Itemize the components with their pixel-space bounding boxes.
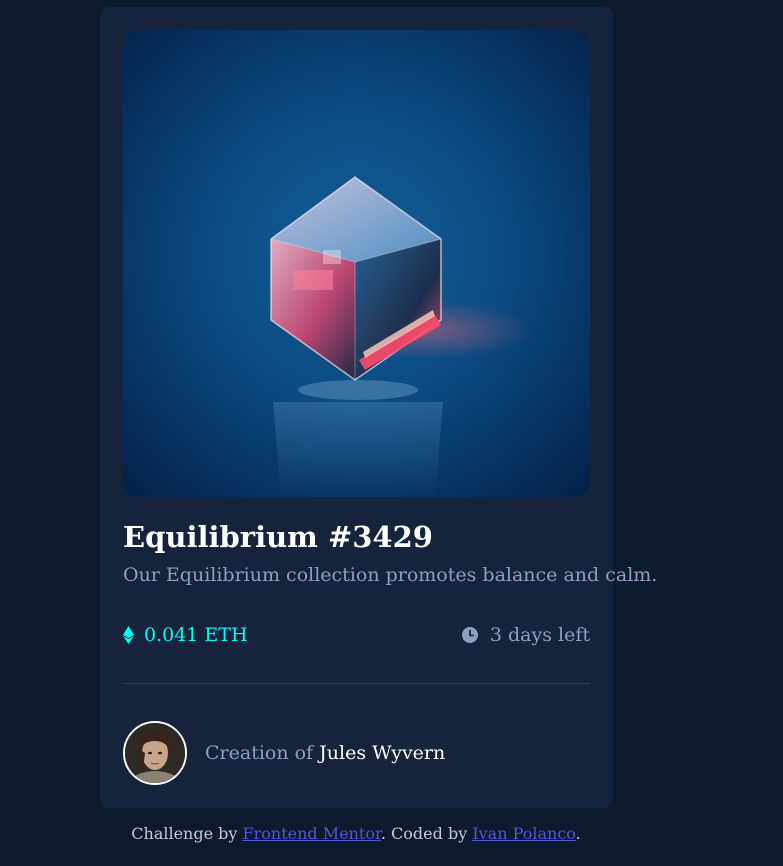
nft-description: Our Equilibrium collection promotes bala… — [123, 564, 658, 586]
clock-icon — [461, 627, 478, 643]
price: 0.041 ETH — [123, 620, 248, 650]
attribution-suffix: . — [575, 824, 581, 843]
ethereum-icon — [123, 626, 134, 644]
price-value: 0.041 ETH — [144, 624, 248, 646]
creator: Creation of Jules Wyvern — [123, 721, 445, 785]
attribution-prefix: Challenge by — [131, 824, 243, 843]
divider — [123, 683, 590, 684]
nft-card: Equilibrium #3429 Our Equilibrium collec… — [100, 7, 657, 808]
author-link[interactable]: Ivan Polanco — [472, 824, 575, 843]
nft-title[interactable]: Equilibrium #3429 — [123, 517, 433, 557]
equilibrium-cube-image — [123, 30, 590, 497]
avatar-image — [125, 723, 185, 783]
attribution: Challenge by Frontend Mentor. Coded by I… — [0, 824, 712, 843]
nft-image[interactable] — [123, 30, 590, 497]
creator-text: Creation of Jules Wyvern — [205, 742, 445, 764]
time-left-value: 3 days left — [489, 624, 590, 646]
frontend-mentor-link[interactable]: Frontend Mentor — [243, 824, 381, 843]
attribution-middle: . Coded by — [380, 824, 473, 843]
creator-name-link[interactable]: Jules Wyvern — [319, 742, 445, 764]
time-left: 3 days left — [461, 620, 590, 650]
avatar — [123, 721, 187, 785]
creator-prefix: Creation of — [205, 742, 320, 764]
